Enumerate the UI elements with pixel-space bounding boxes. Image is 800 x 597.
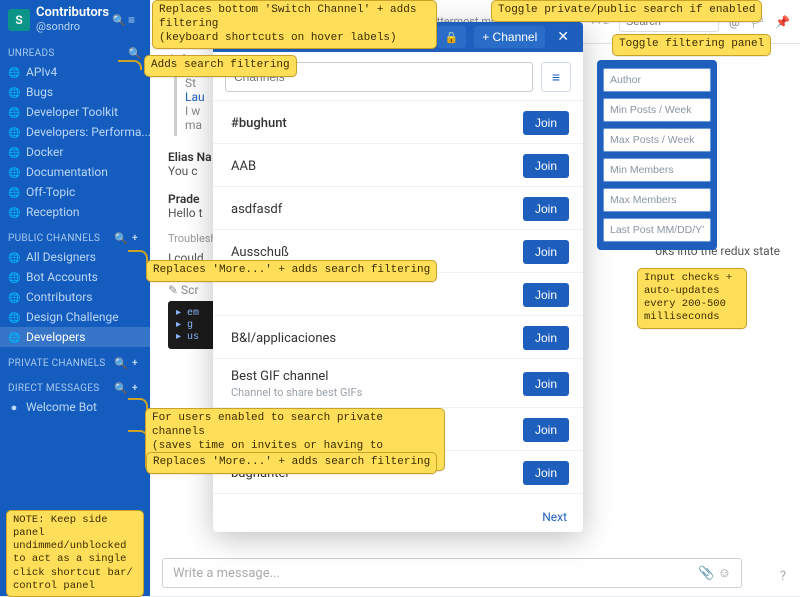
globe-icon <box>8 251 20 264</box>
private-toggle-button[interactable] <box>437 26 467 48</box>
pin-icon[interactable]: 📌 <box>775 15 790 29</box>
menu-icon <box>552 69 560 85</box>
join-button[interactable]: Join <box>523 461 569 485</box>
globe-icon <box>8 206 20 219</box>
sidebar-item[interactable]: Developer Toolkit <box>0 102 150 122</box>
callout: Input checks +auto-updatesevery 200-500m… <box>637 268 747 329</box>
join-button[interactable]: Join <box>523 326 569 350</box>
callout: Replaces 'More...' + adds search filteri… <box>146 260 437 282</box>
help-icon[interactable]: ? <box>780 569 786 584</box>
team-name[interactable]: Contributors <box>36 6 106 20</box>
close-icon[interactable]: ✕ <box>553 29 573 45</box>
callout: Adds search filtering <box>144 55 297 77</box>
globe-icon <box>8 66 20 79</box>
globe-icon <box>8 146 20 159</box>
sidebar-header: S Contributors @sondro <box>0 0 150 37</box>
current-user: @sondro <box>36 20 106 33</box>
channel-row[interactable]: asdfasdf Join <box>213 187 583 230</box>
modal-footer: Next <box>213 502 583 532</box>
sidebar-item[interactable]: Reception <box>0 202 150 222</box>
message-author: Prade <box>168 192 199 206</box>
globe-icon <box>8 331 20 344</box>
sidebar-item[interactable]: Contributors <box>0 287 150 307</box>
last-post-filter[interactable] <box>603 218 711 242</box>
channel-row[interactable]: #bughunt Join <box>213 101 583 144</box>
callout: Toggle filtering panel <box>612 34 771 56</box>
join-button[interactable]: Join <box>523 240 569 264</box>
attach-icon[interactable]: 📎 <box>698 566 714 581</box>
plus-icon[interactable] <box>128 358 142 369</box>
callout: Toggle private/public search if enabled <box>491 0 762 22</box>
max-members-filter[interactable] <box>603 188 711 212</box>
globe-icon <box>8 271 20 284</box>
sidebar-item[interactable]: Developers: Performa... <box>0 122 150 142</box>
join-button[interactable]: Join <box>523 154 569 178</box>
search-icon[interactable] <box>114 357 128 370</box>
callout: Replaces 'More...' + adds search filteri… <box>146 452 437 474</box>
sidebar-item[interactable]: Docker <box>0 142 150 162</box>
search-icon[interactable] <box>128 47 142 60</box>
menu-icon[interactable] <box>128 13 142 27</box>
sidebar-item[interactable]: Off-Topic <box>0 182 150 202</box>
globe-icon <box>8 291 20 304</box>
author-filter[interactable] <box>603 68 711 92</box>
section-direct-label: DIRECT MESSAGES <box>8 383 114 394</box>
filter-panel <box>597 60 717 250</box>
globe-icon <box>8 86 20 99</box>
join-button[interactable]: Join <box>523 372 569 396</box>
left-sidebar: S Contributors @sondro UNREADS APIv4 Bug… <box>0 0 150 596</box>
join-button[interactable]: Join <box>523 197 569 221</box>
min-members-filter[interactable] <box>603 158 711 182</box>
globe-icon <box>8 311 20 324</box>
channel-row[interactable]: Bulk Loading Discussion of the bulk load… <box>213 494 583 502</box>
sidebar-item[interactable]: Bugs <box>0 82 150 102</box>
sidebar-item-active[interactable]: Developers <box>0 327 150 347</box>
message-author: Elias Na <box>168 150 212 164</box>
max-posts-filter[interactable] <box>603 128 711 152</box>
next-link[interactable]: Next <box>542 510 567 524</box>
add-channel-button[interactable]: + Channel <box>474 26 545 48</box>
channel-row[interactable]: B&I/applicaciones Join <box>213 316 583 359</box>
search-icon[interactable] <box>114 232 128 245</box>
globe-icon <box>8 126 20 139</box>
search-icon[interactable] <box>114 382 128 395</box>
join-button[interactable]: Join <box>523 111 569 135</box>
section-public-label: PUBLIC CHANNELS <box>8 233 114 244</box>
join-button[interactable]: Join <box>523 283 569 307</box>
sidebar-item[interactable]: Documentation <box>0 162 150 182</box>
channel-row[interactable]: Best GIF channel Channel to share best G… <box>213 359 583 408</box>
min-posts-filter[interactable] <box>603 98 711 122</box>
join-button[interactable]: Join <box>523 418 569 442</box>
filter-toggle-button[interactable] <box>541 62 571 92</box>
sidebar-item[interactable]: Bot Accounts <box>0 267 150 287</box>
globe-icon <box>8 166 20 179</box>
search-icon[interactable] <box>112 13 126 27</box>
emoji-icon[interactable]: ☺ <box>718 565 731 581</box>
plus-icon[interactable] <box>128 383 142 394</box>
message-composer[interactable]: Write a message... 📎 ☺ <box>162 558 742 588</box>
plus-icon[interactable] <box>128 233 142 244</box>
sidebar-item[interactable]: Design Challenge <box>0 307 150 327</box>
channel-row[interactable]: AAB Join <box>213 144 583 187</box>
callout: Replaces bottom 'Switch Channel' + adds … <box>152 0 437 49</box>
section-private-label: PRIVATE CHANNELS <box>8 358 114 369</box>
avatar[interactable]: S <box>8 9 30 31</box>
section-unreads-label: UNREADS <box>8 48 128 59</box>
globe-icon <box>8 186 20 199</box>
callout: NOTE: Keep side panelundimmed/unblockedt… <box>6 510 144 597</box>
globe-icon <box>8 106 20 119</box>
lock-icon <box>445 30 459 44</box>
